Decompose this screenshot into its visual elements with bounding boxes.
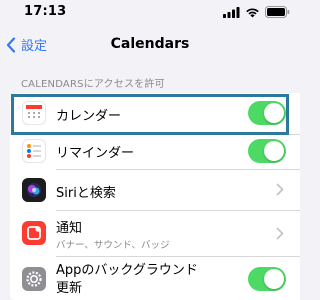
signal-icon xyxy=(223,6,240,18)
calendar-toggle[interactable] xyxy=(248,101,286,125)
calendar-app-icon xyxy=(22,101,46,125)
reminders-glyph-icon xyxy=(27,144,41,158)
chevron-right-icon xyxy=(276,227,284,240)
notifications-app-icon xyxy=(22,221,46,245)
section-header: CALENDARSにアクセスを許可 xyxy=(21,79,165,90)
row-label-reminders: リマインダー xyxy=(56,146,135,161)
toggle-knob xyxy=(264,141,284,161)
wifi-icon xyxy=(246,7,259,17)
toggle-knob xyxy=(264,103,284,123)
chevron-right-icon xyxy=(276,183,284,196)
status-bar: 17:13 xyxy=(0,0,300,26)
status-time: 17:13 xyxy=(24,4,67,19)
row-notifications[interactable]: 通知 バナー、サウンド、バッジ xyxy=(10,211,300,256)
row-label-notifications: 通知 xyxy=(56,221,83,236)
reminders-app-icon xyxy=(22,139,46,163)
status-icons xyxy=(223,6,290,18)
row-label-background-refresh: Appのバックグラウンド xyxy=(56,263,198,278)
row-calendar: カレンダー xyxy=(10,93,300,134)
siri-orb-icon xyxy=(27,183,41,197)
siri-app-icon xyxy=(22,178,46,202)
row-label-calendar: カレンダー xyxy=(56,109,122,124)
bell-icon xyxy=(27,226,41,240)
row-reminders: リマインダー xyxy=(10,135,300,169)
calendar-glyph-icon xyxy=(26,105,42,118)
background-refresh-toggle[interactable] xyxy=(248,267,286,291)
row-siri-search[interactable]: Siriと検索 xyxy=(10,170,300,210)
row-label-background-refresh-line2: 更新 xyxy=(56,281,83,296)
toggle-knob xyxy=(264,269,284,289)
reminders-toggle[interactable] xyxy=(248,139,286,163)
row-background-refresh: Appのバックグラウンド 更新 xyxy=(10,257,300,300)
gear-icon xyxy=(26,271,42,287)
row-label-siri-search: Siriと検索 xyxy=(56,186,116,201)
settings-gear-app-icon xyxy=(22,267,46,291)
battery-icon xyxy=(265,6,290,18)
navigation-bar: 設定 Calendars xyxy=(0,26,300,64)
settings-group: カレンダー リマインダー Siriと検索 通知 バナー、サウンド、バッジ App… xyxy=(10,93,300,300)
page-title: Calendars xyxy=(110,36,190,52)
row-sublabel-notifications: バナー、サウンド、バッジ xyxy=(56,240,170,251)
